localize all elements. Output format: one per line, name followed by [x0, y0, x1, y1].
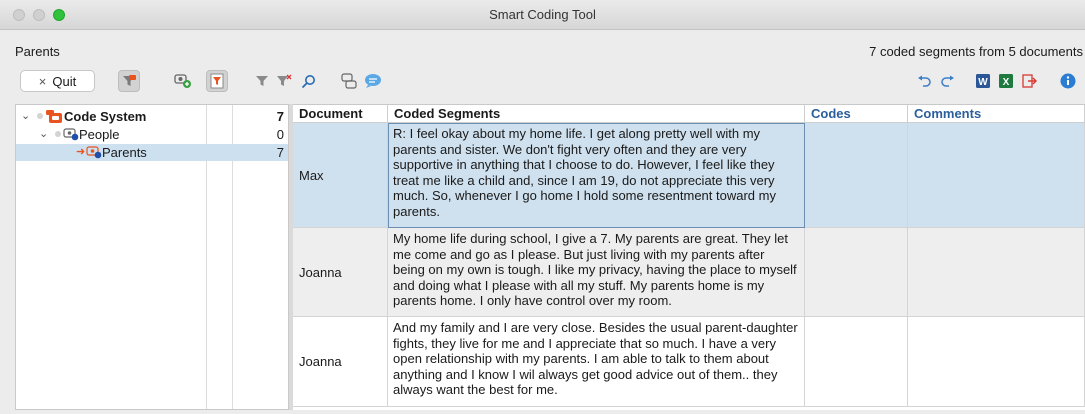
chevron-down-icon[interactable]: ⌄ — [21, 109, 30, 122]
add-code-button[interactable] — [172, 70, 194, 92]
document-cell: Joanna — [293, 228, 388, 317]
tree-item-people[interactable]: ⌄ People 0 — [16, 126, 288, 143]
excel-export-button[interactable]: X — [995, 70, 1017, 92]
segment-cell[interactable]: R: I feel okay about my home life. I get… — [388, 123, 805, 228]
column-header-document[interactable]: Document — [293, 105, 388, 123]
tree-item-label: Parents — [102, 145, 147, 160]
color-dot-icon — [55, 131, 61, 137]
tree-item-count: 7 — [276, 109, 284, 124]
comments-cell[interactable] — [908, 228, 1085, 317]
document-cell: Max — [293, 123, 388, 228]
search-button[interactable] — [297, 70, 319, 92]
color-dot-icon — [37, 113, 43, 119]
tree-item-label: People — [79, 127, 120, 142]
filter-button[interactable] — [251, 70, 273, 92]
code-icon — [63, 128, 79, 144]
segment-cell[interactable]: My home life during school, I give a 7. … — [388, 228, 805, 317]
codes-cell[interactable] — [805, 228, 908, 317]
redo-icon — [940, 75, 955, 88]
filter-icon — [255, 74, 269, 88]
filter-active-icon — [210, 73, 224, 89]
title-bar: Smart Coding Tool — [0, 0, 1085, 30]
comments-cell[interactable] — [908, 123, 1085, 228]
codes-cell[interactable] — [805, 317, 908, 407]
code-view-button[interactable] — [338, 70, 360, 92]
clear-filter-button[interactable] — [273, 70, 295, 92]
export-button[interactable] — [1018, 70, 1040, 92]
quit-label: Quit — [52, 73, 77, 89]
word-export-button[interactable]: W — [972, 70, 994, 92]
export-icon — [1021, 73, 1037, 89]
column-header-coded-segments[interactable]: Coded Segments — [388, 105, 805, 123]
code-icon — [86, 146, 102, 162]
codes-cell[interactable] — [805, 123, 908, 228]
comment-button[interactable] — [362, 70, 384, 92]
excel-export-icon: X — [998, 73, 1014, 89]
column-header-comments[interactable]: Comments — [908, 105, 1085, 123]
document-cell: Joanna — [293, 317, 388, 407]
tree-item-label: Code System — [64, 109, 147, 124]
coded-segments-table: Document Coded Segments Codes Comments M… — [293, 104, 1085, 410]
activated-filter-button[interactable] — [206, 70, 228, 92]
segment-count-label: 7 coded segments from 5 documents — [869, 44, 1083, 59]
active-arrow-icon: ➜ — [76, 146, 86, 158]
code-view-icon — [341, 73, 357, 89]
active-code-label: Parents — [15, 44, 60, 59]
info-icon — [1060, 73, 1076, 89]
undo-icon — [917, 75, 932, 88]
word-export-icon: W — [975, 73, 991, 89]
clear-filter-icon — [276, 74, 292, 88]
tree-item-parents[interactable]: ➜ Parents 7 — [16, 144, 288, 161]
column-header-codes[interactable]: Codes — [805, 105, 908, 123]
svg-text:X: X — [1003, 77, 1010, 88]
table-row[interactable]: Joanna And my family and I are very clos… — [293, 317, 1085, 407]
chevron-down-icon[interactable]: ⌄ — [39, 127, 48, 140]
quit-button[interactable]: × Quit — [20, 70, 95, 92]
code-system-tree: ⌄ Code System 7 ⌄ People 0 ➜ Parents 7 — [15, 104, 289, 410]
code-filter-button[interactable] — [118, 70, 140, 92]
close-icon: × — [38, 73, 47, 89]
tree-item-code-system[interactable]: ⌄ Code System 7 — [16, 108, 288, 125]
search-icon — [301, 74, 316, 89]
undo-button[interactable] — [913, 70, 935, 92]
comments-cell[interactable] — [908, 317, 1085, 407]
segment-cell[interactable]: And my family and I are very close. Besi… — [388, 317, 805, 407]
tree-item-count: 0 — [276, 127, 284, 142]
comment-icon — [364, 73, 382, 89]
table-row[interactable]: Max R: I feel okay about my home life. I… — [293, 123, 1085, 228]
info-button[interactable] — [1057, 70, 1079, 92]
code-system-icon — [46, 110, 62, 126]
tree-item-count: 7 — [276, 145, 284, 160]
add-code-icon — [174, 73, 192, 89]
window-title: Smart Coding Tool — [489, 7, 596, 22]
redo-button[interactable] — [936, 70, 958, 92]
svg-text:W: W — [978, 77, 988, 88]
table-row[interactable]: Joanna My home life during school, I giv… — [293, 228, 1085, 317]
code-filter-icon — [121, 73, 137, 89]
